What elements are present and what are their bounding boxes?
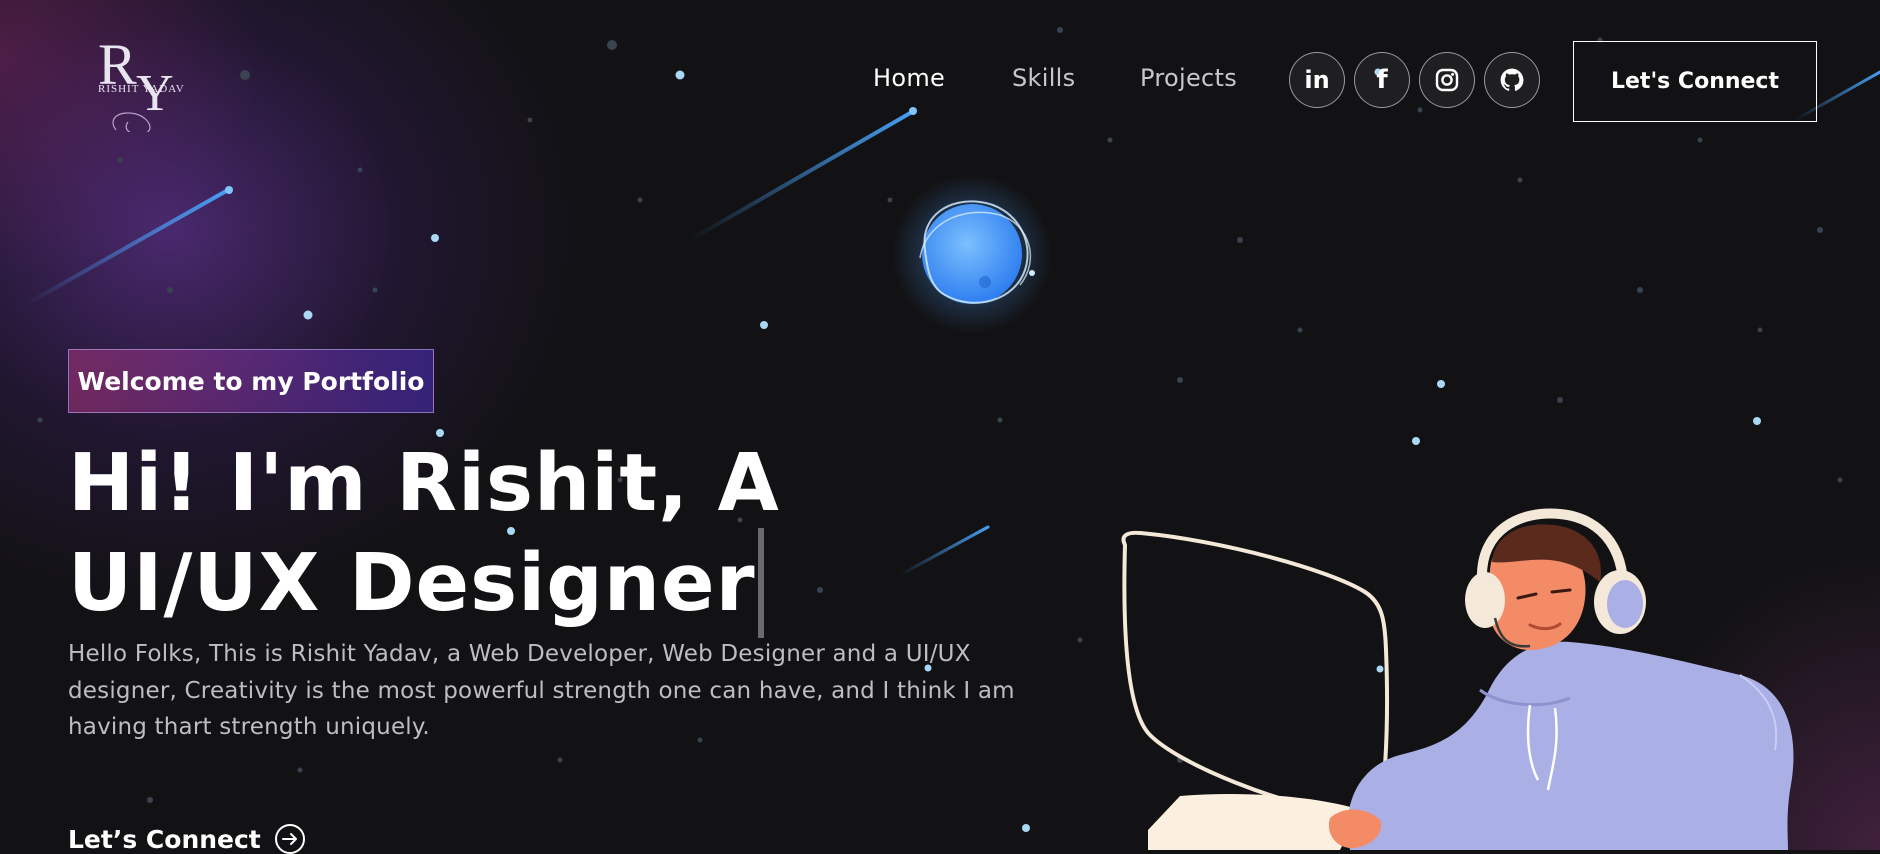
hero-headline: Hi! I'm Rishit, A UI/UX Designer [68, 438, 1028, 638]
github-icon [1500, 68, 1524, 91]
linkedin-button[interactable]: in [1289, 52, 1345, 108]
planet-icon [892, 174, 1052, 334]
nav-home[interactable]: Home [873, 64, 945, 92]
headline-text: Hi! I'm Rishit, A UI/UX Designer [68, 437, 780, 629]
keyboard [1148, 793, 1360, 850]
nav-skills[interactable]: Skills [1012, 64, 1075, 92]
lets-connect-button[interactable]: Let's Connect [1573, 41, 1817, 122]
linkedin-icon: in [1304, 66, 1330, 94]
hero-intro: Hello Folks, This is Rishit Yadav, a Web… [68, 641, 1015, 740]
facebook-button[interactable]: f [1354, 52, 1410, 108]
logo-monogram: R Y RISHIT YADAV [98, 32, 185, 135]
github-button[interactable] [1484, 52, 1540, 108]
typing-caret [757, 528, 764, 638]
logo-name: RISHIT YADAV [98, 83, 185, 95]
facebook-icon: f [1376, 65, 1388, 95]
logo[interactable]: R Y RISHIT YADAV [92, 22, 212, 135]
designer-illustration [1121, 508, 1794, 850]
monitor-icon [1121, 530, 1389, 819]
instagram-icon [1435, 68, 1459, 92]
nav-projects[interactable]: Projects [1140, 64, 1237, 92]
instagram-button[interactable] [1419, 52, 1475, 108]
cta-label: Let’s Connect [68, 824, 261, 854]
welcome-tagline: Welcome to my Portfolio [68, 349, 434, 413]
